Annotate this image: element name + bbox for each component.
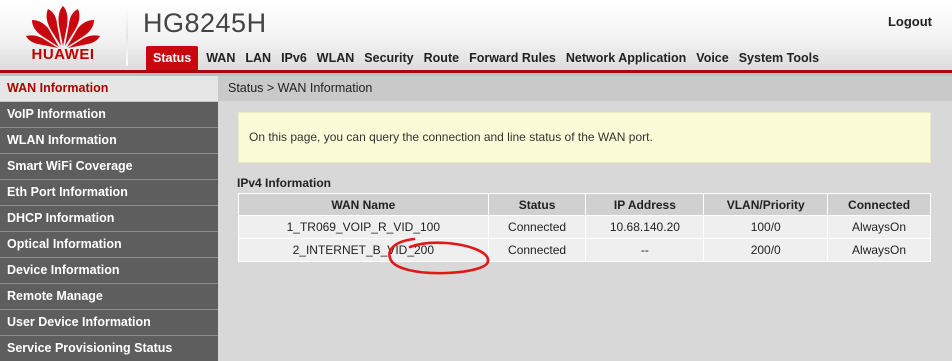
- column-header-status: Status: [487, 193, 587, 216]
- section-title-ipv4: IPv4 Information: [237, 176, 332, 190]
- sidebar: WAN Information VoIP Information WLAN In…: [0, 76, 218, 361]
- sidebar-item-user-device-information[interactable]: User Device Information: [0, 310, 218, 336]
- sidebar-item-dhcp-information[interactable]: DHCP Information: [0, 206, 218, 232]
- nav-tab-forward-rules[interactable]: Forward Rules: [464, 46, 561, 70]
- table-header-row: WAN Name Status IP Address VLAN/Priority…: [238, 193, 931, 216]
- nav-tab-security[interactable]: Security: [359, 46, 418, 70]
- column-header-wan-name: WAN Name: [238, 193, 489, 216]
- nav-tab-voice[interactable]: Voice: [691, 46, 733, 70]
- cell-ip-address: --: [585, 238, 705, 262]
- sidebar-item-service-provisioning-status[interactable]: Service Provisioning Status: [0, 336, 218, 361]
- cell-ip-address: 10.68.140.20: [585, 215, 705, 239]
- nav-tab-route[interactable]: Route: [419, 46, 464, 70]
- nav-tab-network-application[interactable]: Network Application: [561, 46, 691, 70]
- huawei-logo: HUAWEI: [0, 0, 126, 70]
- logout-link[interactable]: Logout: [888, 14, 932, 29]
- huawei-flower-icon: [26, 6, 100, 48]
- cell-status: Connected: [487, 215, 587, 239]
- nav-tab-wan[interactable]: WAN: [201, 46, 240, 70]
- column-header-vlan-priority: VLAN/Priority: [703, 193, 829, 216]
- table-row[interactable]: 2_INTERNET_B_VID_200 Connected -- 200/0 …: [238, 238, 931, 262]
- wan-info-table: WAN Name Status IP Address VLAN/Priority…: [238, 193, 931, 262]
- column-header-connected: Connected: [827, 193, 931, 216]
- table-row[interactable]: 1_TR069_VOIP_R_VID_100 Connected 10.68.1…: [238, 215, 931, 239]
- nav-tab-lan[interactable]: LAN: [240, 46, 276, 70]
- cell-status: Connected: [487, 238, 587, 262]
- logo-text: HUAWEI: [31, 46, 95, 63]
- page-description: On this page, you can query the connecti…: [238, 112, 931, 163]
- cell-connected: AlwaysOn: [827, 215, 931, 239]
- sidebar-item-device-information[interactable]: Device Information: [0, 258, 218, 284]
- sidebar-item-optical-information[interactable]: Optical Information: [0, 232, 218, 258]
- sidebar-item-eth-port-information[interactable]: Eth Port Information: [0, 180, 218, 206]
- cell-vlan-priority: 200/0: [703, 238, 829, 262]
- column-header-ip-address: IP Address: [585, 193, 705, 216]
- top-nav: Status WAN LAN IPv6 WLAN Security Route …: [146, 46, 824, 70]
- header: HUAWEI HG8245H Logout Status WAN LAN IPv…: [0, 0, 952, 70]
- device-model-title: HG8245H: [143, 8, 267, 38]
- sidebar-item-smart-wifi-coverage[interactable]: Smart WiFi Coverage: [0, 154, 218, 180]
- red-circle-annotation: [388, 237, 490, 275]
- logo-divider: [126, 6, 128, 66]
- breadcrumb: Status > WAN Information: [218, 76, 952, 101]
- sidebar-item-wlan-information[interactable]: WLAN Information: [0, 128, 218, 154]
- main-content: Status > WAN Information On this page, y…: [218, 76, 952, 361]
- nav-tab-ipv6[interactable]: IPv6: [276, 46, 312, 70]
- sidebar-item-wan-information[interactable]: WAN Information: [0, 76, 218, 102]
- nav-tab-status[interactable]: Status: [146, 46, 199, 70]
- sidebar-item-remote-manage[interactable]: Remote Manage: [0, 284, 218, 310]
- cell-connected: AlwaysOn: [827, 238, 931, 262]
- nav-tab-system-tools[interactable]: System Tools: [734, 46, 824, 70]
- sidebar-item-voip-information[interactable]: VoIP Information: [0, 102, 218, 128]
- nav-tab-wlan[interactable]: WLAN: [312, 46, 360, 70]
- cell-vlan-priority: 100/0: [703, 215, 829, 239]
